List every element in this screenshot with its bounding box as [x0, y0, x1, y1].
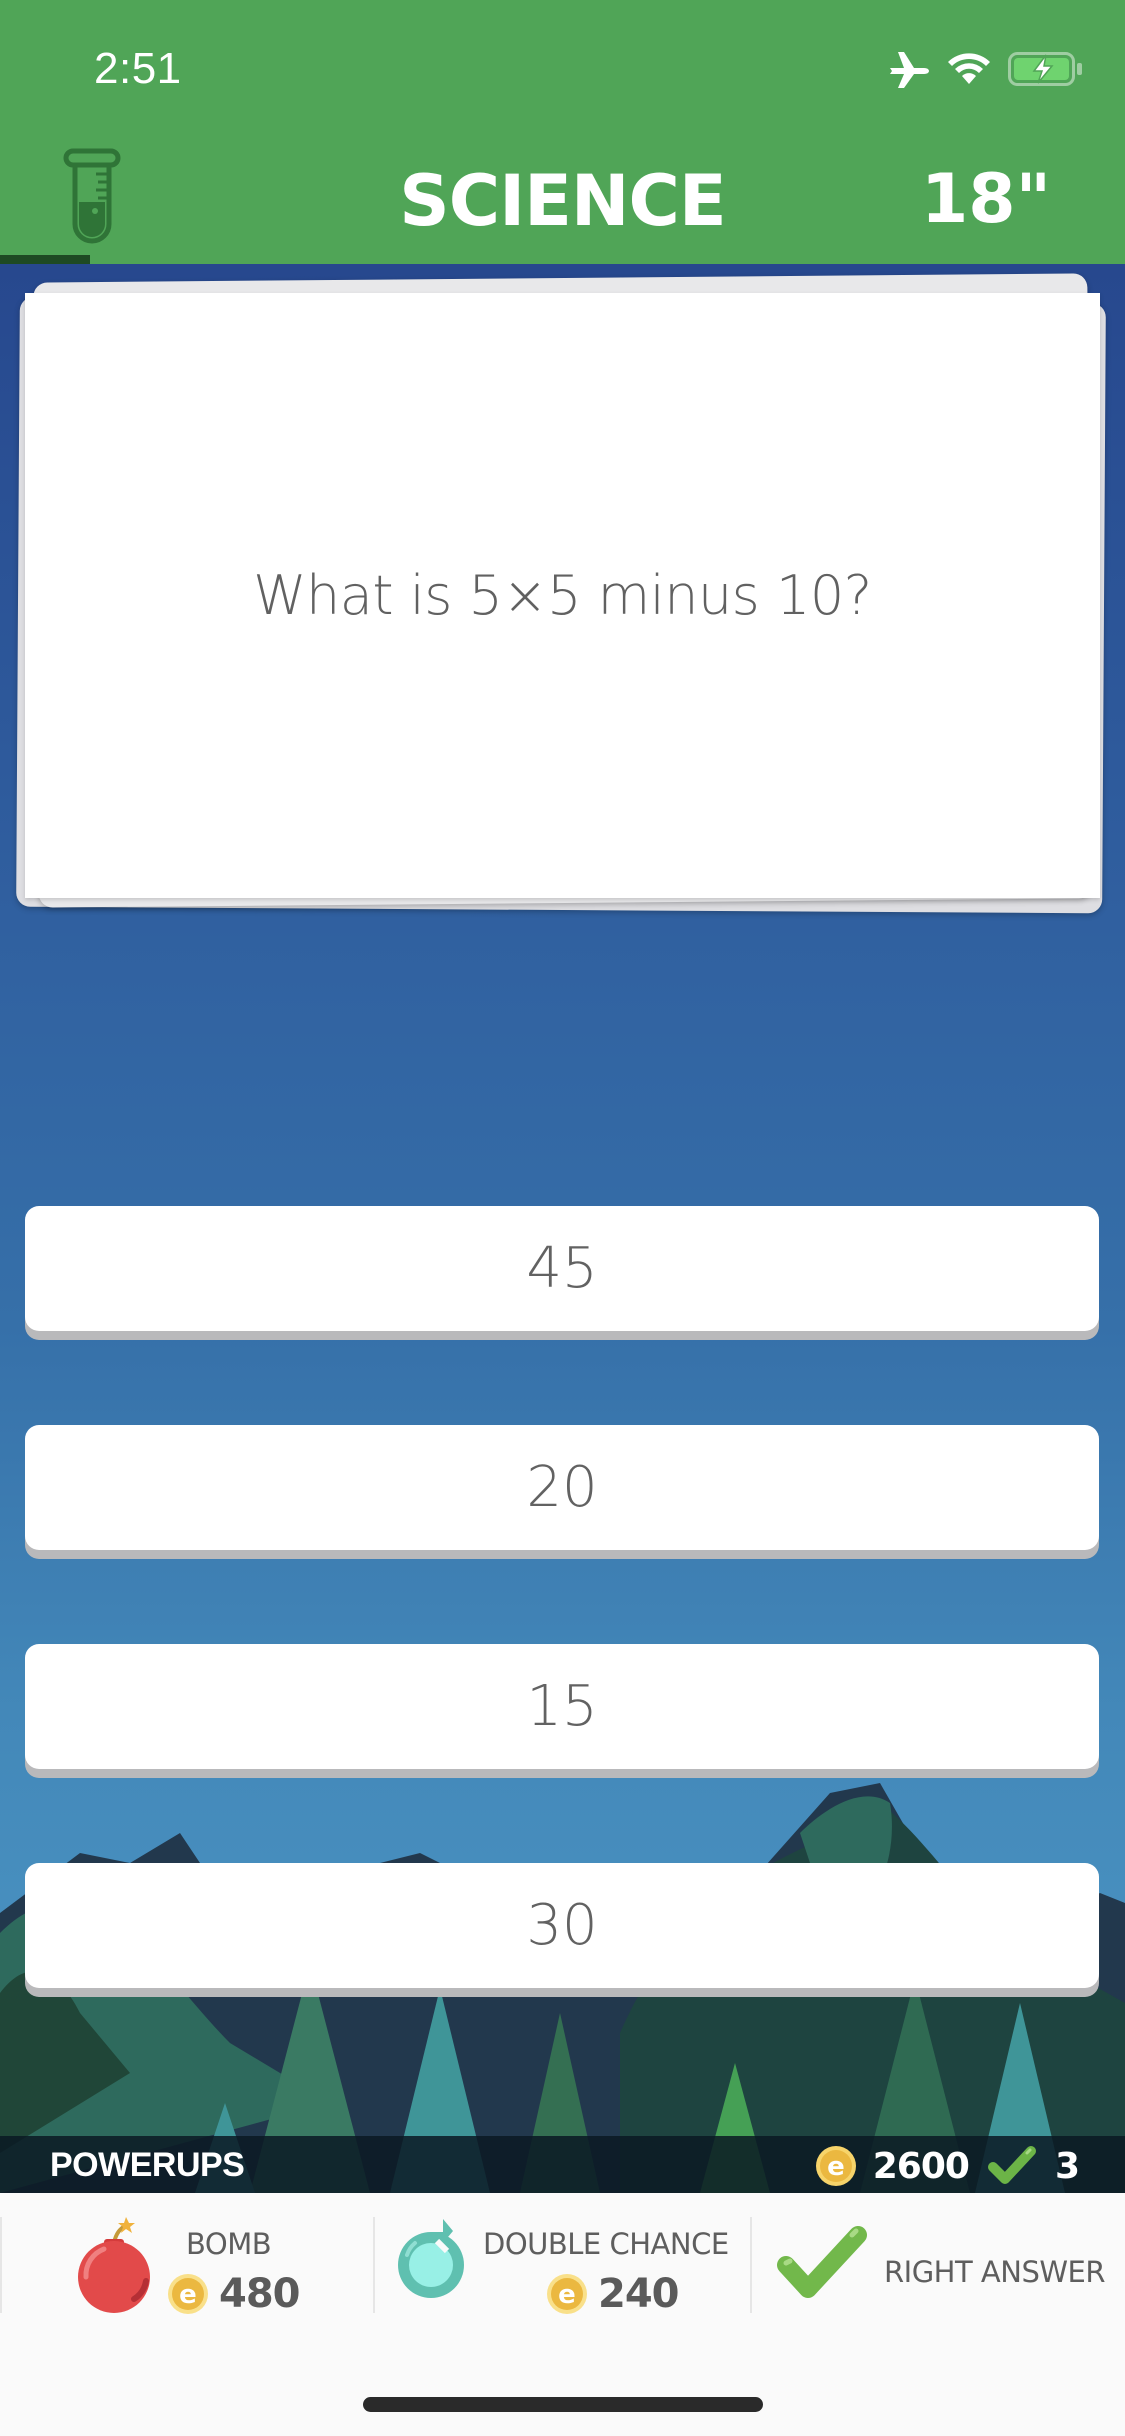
answer-label: 15 [526, 1674, 598, 1739]
home-indicator[interactable] [363, 2397, 763, 2412]
correct-answers-count: 3 [1054, 2145, 1080, 2187]
powerup-name: BOMB [186, 2227, 272, 2261]
answer-option-1[interactable]: 45 [25, 1206, 1099, 1331]
airplane-mode-icon [890, 52, 929, 88]
answer-label: 30 [526, 1893, 598, 1958]
coin-icon: e [168, 2274, 208, 2314]
wallet-summary: e 2600 3 [815, 2145, 1080, 2187]
powerup-price: e 480 [167, 2271, 300, 2317]
powerup-price-value: 240 [598, 2271, 679, 2317]
coin-balance: 2600 [872, 2145, 970, 2187]
powerup-price-value: 480 [219, 2271, 300, 2317]
answer-option-4[interactable]: 30 [25, 1863, 1099, 1988]
question-text: What is 5×5 minus 10? [253, 564, 872, 627]
answer-option-3[interactable]: 15 [25, 1644, 1099, 1769]
timer-progress-bar [0, 255, 90, 264]
answer-label: 45 [526, 1236, 598, 1301]
checkmark-icon [777, 2226, 867, 2298]
double-chance-icon [398, 2219, 464, 2298]
status-time: 2:51 [94, 44, 182, 93]
powerup-name: RIGHT ANSWER [884, 2255, 1106, 2289]
answer-option-2[interactable]: 20 [25, 1425, 1099, 1550]
powerup-name: DOUBLE CHANCE [483, 2227, 729, 2261]
powerup-right-answer[interactable]: RIGHT ANSWER [752, 2193, 1125, 2333]
svg-text:e: e [558, 2280, 576, 2310]
battery-charging-icon [1008, 52, 1082, 86]
answer-label: 20 [526, 1455, 598, 1520]
question-card: What is 5×5 minus 10? [25, 293, 1100, 898]
wifi-icon [948, 53, 990, 84]
correct-answers-check-icon [987, 2146, 1036, 2184]
question-timer: 18" [920, 160, 1051, 239]
powerups-bar: POWERUPS e 2600 3 [0, 2136, 1125, 2193]
coin-icon: e [547, 2274, 587, 2314]
powerup-double-chance[interactable]: DOUBLE CHANCE e 240 [375, 2193, 749, 2333]
powerup-bomb[interactable]: BOMB e 480 [2, 2193, 372, 2333]
powerup-price: e 240 [546, 2271, 679, 2317]
app-header: 2:51 SCIENCE 18" [0, 0, 1125, 264]
powerups-label: POWERUPS [50, 2146, 245, 2184]
coin-icon: e [815, 2146, 856, 2186]
svg-text:e: e [827, 2152, 845, 2182]
bomb-icon [78, 2217, 150, 2313]
svg-text:e: e [179, 2280, 197, 2310]
